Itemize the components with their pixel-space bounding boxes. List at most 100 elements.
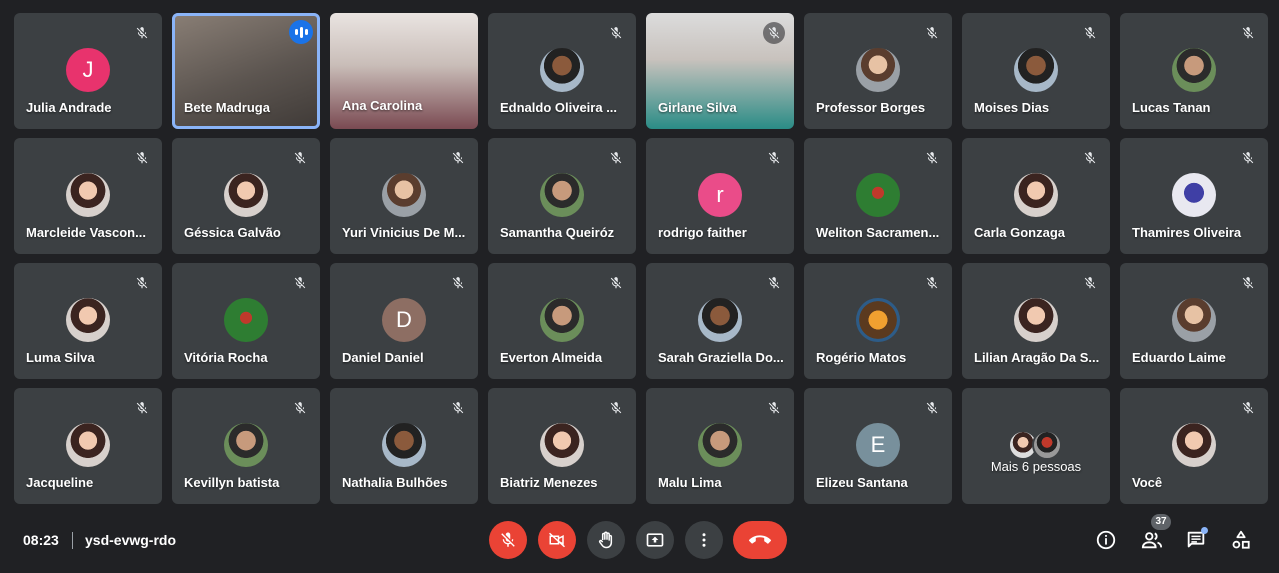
avatar: [66, 298, 110, 342]
participant-tile[interactable]: Professor Borges: [804, 13, 952, 129]
avatar: [224, 173, 268, 217]
avatar: [1172, 298, 1216, 342]
mic-off-icon: [921, 147, 943, 169]
mic-off-icon: [921, 22, 943, 44]
participant-tile[interactable]: Lilian Aragão Da S...: [962, 263, 1110, 379]
participant-tile[interactable]: Eduardo Laime: [1120, 263, 1268, 379]
mic-off-icon: [921, 397, 943, 419]
participant-tile[interactable]: Géssica Galvão: [172, 138, 320, 254]
more-participants-label: Mais 6 pessoas: [990, 459, 1082, 474]
avatar: [856, 48, 900, 92]
avatar: [1014, 173, 1058, 217]
participant-name: Ednaldo Oliveira ...: [500, 100, 618, 115]
more-participants-tile[interactable]: Mais 6 pessoas: [962, 388, 1110, 504]
participant-tile[interactable]: Nathalia Bulhões: [330, 388, 478, 504]
participant-tile[interactable]: E Elizeu Santana: [804, 388, 952, 504]
participant-tile-self[interactable]: Você: [1120, 388, 1268, 504]
participant-name: Nathalia Bulhões: [342, 475, 448, 490]
avatar: E: [856, 423, 900, 467]
participant-count-badge: 37: [1151, 514, 1171, 530]
present-screen-button[interactable]: [636, 521, 674, 559]
mic-off-icon: [605, 147, 627, 169]
avatar: [224, 298, 268, 342]
info-icon: [1096, 530, 1116, 550]
participant-name: Malu Lima: [658, 475, 722, 490]
participant-tile[interactable]: D Daniel Daniel: [330, 263, 478, 379]
participant-tile[interactable]: Bete Madruga: [172, 13, 320, 129]
mic-off-icon: [131, 147, 153, 169]
participant-tile[interactable]: Jacqueline: [14, 388, 162, 504]
avatar: [540, 173, 584, 217]
avatar: [698, 298, 742, 342]
participant-tile[interactable]: Girlane Silva: [646, 13, 794, 129]
mic-off-icon: [1079, 22, 1101, 44]
avatar: [1014, 298, 1058, 342]
participant-name: Everton Almeida: [500, 350, 603, 365]
participant-tile[interactable]: J Julia Andrade: [14, 13, 162, 129]
camera-toggle-button[interactable]: [538, 521, 576, 559]
participant-name: Você: [1132, 475, 1163, 490]
participant-name: Jacqueline: [26, 475, 94, 490]
mic-off-icon: [921, 272, 943, 294]
mic-off-icon: [447, 272, 469, 294]
participant-tile[interactable]: Biatriz Menezes: [488, 388, 636, 504]
mic-off-icon: [763, 147, 785, 169]
leave-call-button[interactable]: [733, 521, 787, 559]
participant-tile[interactable]: Thamires Oliveira: [1120, 138, 1268, 254]
mic-off-icon: [131, 397, 153, 419]
participant-name: Bete Madruga: [184, 100, 270, 115]
participant-tile[interactable]: Weliton Sacramen...: [804, 138, 952, 254]
participant-tile[interactable]: Lucas Tanan: [1120, 13, 1268, 129]
participant-tile[interactable]: Rogério Matos: [804, 263, 952, 379]
avatar: [540, 423, 584, 467]
avatar: [66, 173, 110, 217]
participant-name: Rogério Matos: [816, 350, 907, 365]
mic-off-icon: [1237, 397, 1259, 419]
mic-toggle-button[interactable]: [489, 521, 527, 559]
avatar: [1172, 173, 1216, 217]
participant-tile[interactable]: Luma Silva: [14, 263, 162, 379]
bottom-bar: 08:23 ysd-evwg-rdo 37: [0, 510, 1279, 573]
mic-off-icon: [131, 272, 153, 294]
participant-tile[interactable]: Moises Dias: [962, 13, 1110, 129]
more-options-button[interactable]: [685, 521, 723, 559]
participant-tile[interactable]: Malu Lima: [646, 388, 794, 504]
participant-tile[interactable]: Vitória Rocha: [172, 263, 320, 379]
participant-tile[interactable]: r rodrigo faither: [646, 138, 794, 254]
participant-name: rodrigo faither: [658, 225, 747, 240]
avatar: r: [698, 173, 742, 217]
participant-name: Girlane Silva: [658, 100, 737, 115]
participant-name: Eduardo Laime: [1132, 350, 1226, 365]
mic-off-icon: [763, 397, 785, 419]
participant-name: Moises Dias: [974, 100, 1050, 115]
participant-tile[interactable]: Sarah Graziella Do...: [646, 263, 794, 379]
participant-name: Géssica Galvão: [184, 225, 281, 240]
participant-tile[interactable]: Ednaldo Oliveira ...: [488, 13, 636, 129]
participant-tile[interactable]: Everton Almeida: [488, 263, 636, 379]
participant-tile[interactable]: Carla Gonzaga: [962, 138, 1110, 254]
participant-tile[interactable]: Yuri Vinicius De M...: [330, 138, 478, 254]
participant-tile[interactable]: Samantha Queiróz: [488, 138, 636, 254]
avatar: [382, 173, 426, 217]
activities-button[interactable]: [1225, 524, 1257, 556]
more-vert-icon: [702, 533, 706, 547]
mic-off-icon: [501, 532, 515, 547]
participant-name: Thamires Oliveira: [1132, 225, 1242, 240]
participant-name: Biatriz Menezes: [500, 475, 598, 490]
mic-off-icon: [289, 147, 311, 169]
avatar: [1172, 423, 1216, 467]
meeting-details-button[interactable]: [1090, 524, 1122, 556]
participant-tile[interactable]: Marcleide Vascon...: [14, 138, 162, 254]
participant-tile[interactable]: Ana Carolina: [330, 13, 478, 129]
clock: 08:23: [23, 532, 59, 548]
avatar: [540, 48, 584, 92]
camera-off-icon: [548, 532, 566, 548]
avatar: [698, 423, 742, 467]
raise-hand-button[interactable]: [587, 521, 625, 559]
mic-off-icon: [289, 397, 311, 419]
participant-name: Marcleide Vascon...: [26, 225, 146, 240]
hand-icon: [598, 531, 613, 549]
participant-tile[interactable]: Kevillyn batista: [172, 388, 320, 504]
mic-off-icon: [605, 397, 627, 419]
mic-off-icon: [1237, 147, 1259, 169]
